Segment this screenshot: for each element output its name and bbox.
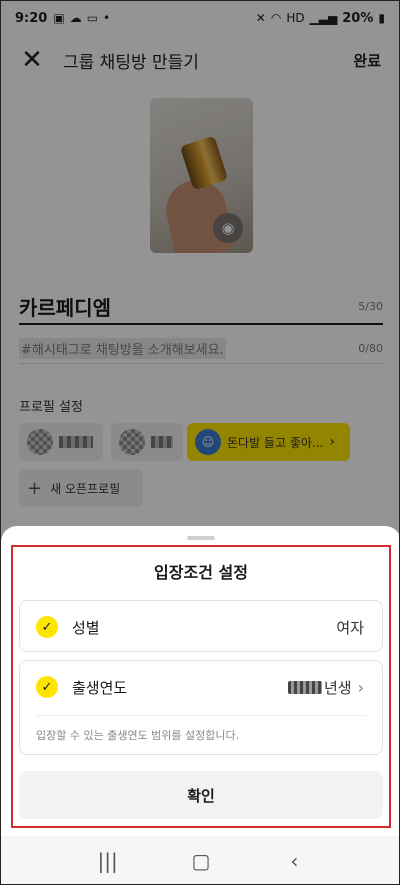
sheet-title: 입장조건 설정	[154, 563, 248, 582]
birth-year-label: 출생연도	[72, 678, 128, 697]
phone-screen: 9:20 ▣ ☁ ▭ • ✕ ◠ HD ▁▃▅ 20% ▮ ✕ 그룹 채팅방 만…	[0, 0, 400, 885]
back-icon[interactable]: ‹	[274, 849, 314, 873]
gender-value: 여자	[336, 618, 364, 637]
entry-condition-sheet: 입장조건 설정 ✓ 성별 여자 ✓ 출생연도 년생 › 입장할 수 있는 출생연…	[1, 526, 399, 836]
divider	[36, 715, 366, 716]
gender-label: 성별	[72, 618, 100, 637]
checkmark-icon[interactable]: ✓	[36, 616, 58, 638]
birth-year-note: 입장할 수 있는 출생연도 범위를 설정합니다.	[36, 729, 240, 742]
confirm-button[interactable]: 확인	[19, 771, 383, 819]
birth-year-condition-card[interactable]: ✓ 출생연도 년생 › 입장할 수 있는 출생연도 범위를 설정합니다.	[19, 660, 383, 755]
sheet-drag-handle[interactable]	[187, 536, 215, 540]
birth-year-suffix: 년생	[323, 678, 352, 697]
system-nav-bar: ||| ▢ ‹	[1, 836, 399, 884]
gender-condition-card[interactable]: ✓ 성별 여자	[19, 600, 383, 652]
chevron-right-icon: ›	[357, 677, 364, 697]
blurred-year	[287, 680, 322, 694]
birth-year-value[interactable]: 년생 ›	[287, 677, 364, 698]
home-icon[interactable]: ▢	[181, 849, 221, 873]
checkmark-icon[interactable]: ✓	[36, 676, 58, 698]
recent-apps-icon[interactable]: |||	[88, 849, 128, 873]
